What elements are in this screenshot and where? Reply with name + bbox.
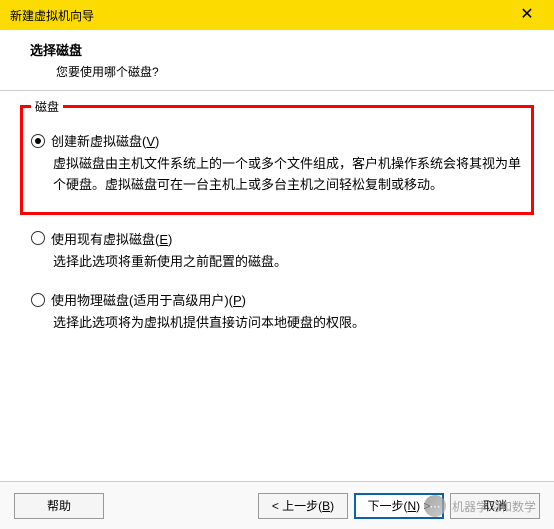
back-button[interactable]: < 上一步(B) (258, 493, 348, 519)
page-subtitle: 您要使用哪个磁盘? (30, 63, 554, 80)
option-description: 选择此选项将重新使用之前配置的磁盘。 (53, 252, 534, 273)
option-description: 虚拟磁盘由主机文件系统上的一个或多个文件组成，客户机操作系统会将其视为单个硬盘。… (53, 154, 523, 196)
radio-icon[interactable] (31, 134, 45, 148)
group-label: 磁盘 (31, 98, 63, 115)
option-description: 选择此选项将为虚拟机提供直接访问本地硬盘的权限。 (53, 313, 534, 334)
cancel-button[interactable]: 取消 (450, 493, 540, 519)
window-title: 新建虚拟机向导 (10, 7, 94, 24)
next-button[interactable]: 下一步(N) > (354, 493, 444, 519)
title-bar: 新建虚拟机向导 ✕ (0, 0, 554, 30)
page-title: 选择磁盘 (30, 40, 554, 59)
option-use-physical-disk[interactable]: 使用物理磁盘(适用于高级用户)(P) 选择此选项将为虚拟机提供直接访问本地硬盘的… (31, 290, 534, 334)
option-create-new-disk[interactable]: 创建新虚拟磁盘(V) 虚拟磁盘由主机文件系统上的一个或多个文件组成，客户机操作系… (31, 131, 523, 196)
radio-icon[interactable] (31, 231, 45, 245)
wizard-header: 选择磁盘 您要使用哪个磁盘? (0, 30, 554, 91)
wizard-footer: 帮助 < 上一步(B) 下一步(N) > 取消 (0, 481, 554, 529)
option-use-existing-disk[interactable]: 使用现有虚拟磁盘(E) 选择此选项将重新使用之前配置的磁盘。 (31, 229, 534, 273)
highlighted-selection: 磁盘 创建新虚拟磁盘(V) 虚拟磁盘由主机文件系统上的一个或多个文件组成，客户机… (20, 105, 534, 215)
help-button[interactable]: 帮助 (14, 493, 104, 519)
content-area: 磁盘 创建新虚拟磁盘(V) 虚拟磁盘由主机文件系统上的一个或多个文件组成，客户机… (0, 91, 554, 334)
option-label: 使用现有虚拟磁盘(E) (51, 229, 172, 248)
close-icon[interactable]: ✕ (508, 0, 546, 30)
option-label: 创建新虚拟磁盘(V) (51, 131, 159, 150)
radio-icon[interactable] (31, 293, 45, 307)
option-label: 使用物理磁盘(适用于高级用户)(P) (51, 290, 246, 309)
